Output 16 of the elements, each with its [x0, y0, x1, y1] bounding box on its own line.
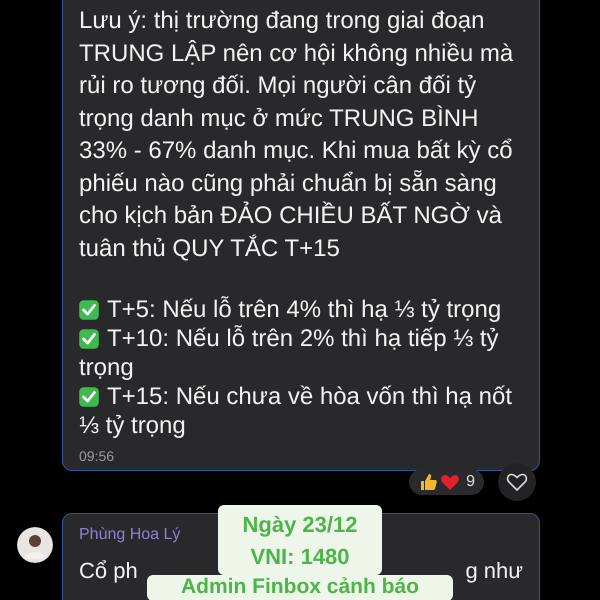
message-time: 09:56	[79, 448, 116, 464]
caption-text: Admin Finbox cảnh báo	[180, 575, 419, 599]
thumbs-up-icon	[418, 472, 438, 492]
caption-text: VNI: 1480	[250, 543, 350, 571]
avatar[interactable]	[17, 527, 53, 563]
checklist-text: T+15: Nếu chưa về hòa vốn thì hạ nốt ⅓ tỷ trọng	[79, 383, 512, 439]
checklist-text: T+5: Nếu lỗ trên 4% thì hạ ⅓ tỷ trọng	[107, 296, 502, 323]
message-text: g như	[465, 558, 523, 584]
sender-name: Phùng Hoa Lý	[79, 526, 180, 544]
like-button[interactable]	[498, 463, 536, 501]
heart-icon	[440, 472, 460, 492]
message-text: Cổ ph	[79, 558, 138, 584]
message-text: Lưu ý: thị trường đang trong giai đoạn TRUNG LẬP nên cơ hội không nhiều mà rủi ro tương đối. Mọi người cân đối tỷ trọng danh mục ở mức TRUNG BÌNH 33% - 67% danh mục. Khi mua bất kỳ cổ phiếu nào cũng phải chuẩn bị sẵn sàng cho kịch bản ĐẢO CHIỀU BẤT NGỜ và tuân thủ QUY TẮC T+15	[79, 6, 514, 264]
reactions-button[interactable]: 9	[409, 469, 484, 495]
caption-text: Ngày 23/12	[242, 511, 358, 539]
checklist-text: T+10: Nếu lỗ trên 2% thì hạ tiếp ⅓ tỷ trọng	[79, 325, 499, 381]
